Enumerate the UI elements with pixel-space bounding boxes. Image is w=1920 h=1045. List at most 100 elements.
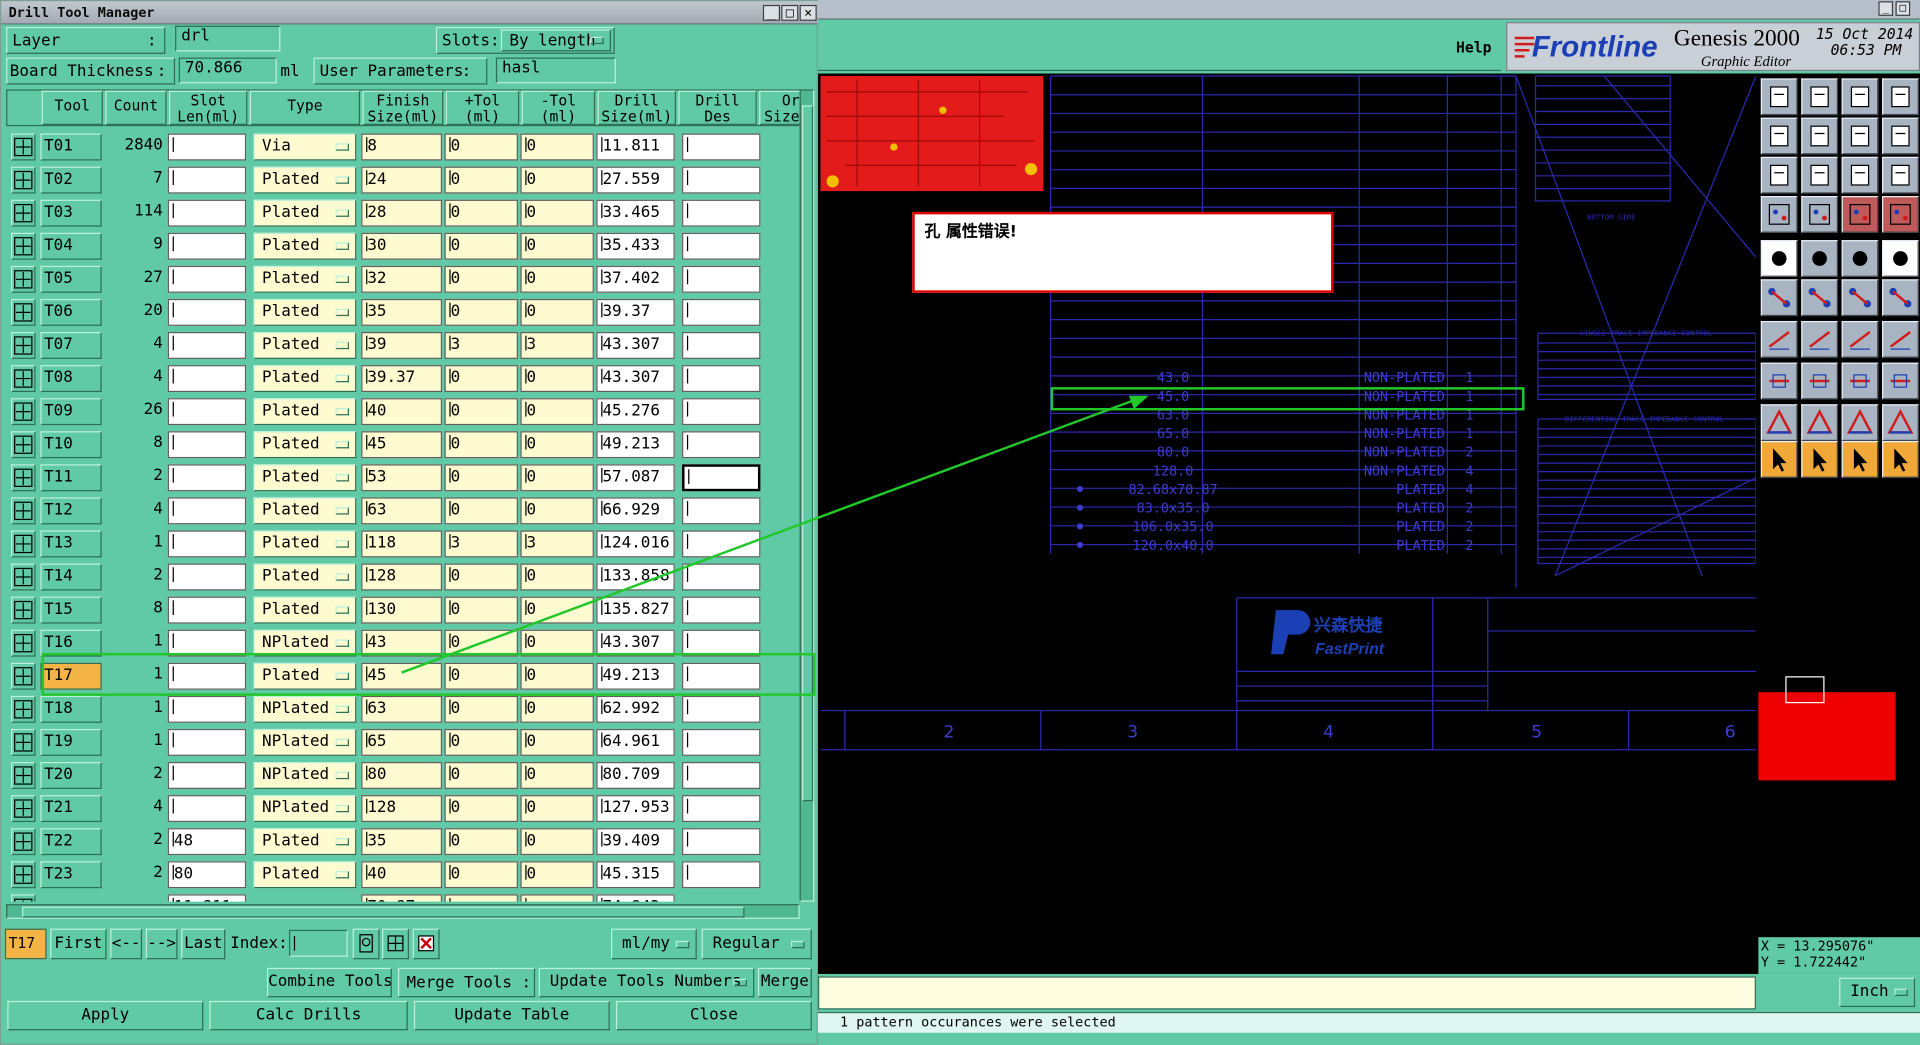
slot-len-cell[interactable] — [167, 166, 247, 194]
type-option-menu[interactable]: Plated — [253, 596, 357, 624]
minus-tol-cell[interactable]: 0 — [520, 497, 594, 525]
drill-size-cell[interactable]: 64.961 — [596, 728, 675, 756]
drill-size-cell[interactable]: 80.709 — [596, 762, 675, 789]
plus-tol-cell[interactable]: 0 — [444, 232, 518, 260]
finish-size-cell[interactable]: 30 — [361, 232, 443, 260]
toolbar-button[interactable] — [1801, 279, 1838, 317]
slot-len-cell[interactable] — [167, 265, 247, 293]
minus-tol-cell[interactable]: 0 — [520, 431, 594, 459]
minus-tol-cell[interactable]: 0 — [520, 464, 594, 492]
toolbar-button[interactable] — [1882, 404, 1919, 442]
toolbar-button[interactable] — [1882, 196, 1919, 233]
plus-tol-cell[interactable]: 0 — [444, 563, 518, 591]
drill-des-cell[interactable] — [682, 464, 761, 492]
horizontal-scroll-thumb[interactable] — [22, 906, 745, 918]
finish-size-cell[interactable]: 43 — [361, 629, 443, 657]
calc-drills-button[interactable]: Calc Drills — [209, 1000, 408, 1031]
drill-des-cell[interactable] — [682, 762, 761, 789]
tool-cell[interactable]: T18 — [40, 695, 102, 723]
row-expand-button[interactable] — [11, 431, 36, 459]
minus-tol-cell[interactable]: 0 — [520, 398, 594, 426]
drill-des-cell[interactable] — [682, 828, 761, 856]
minus-tol-cell[interactable]: 0 — [520, 861, 594, 889]
toolbar-button[interactable] — [1760, 441, 1798, 478]
user-params-field[interactable]: hasl — [495, 57, 616, 84]
toolbar-button[interactable] — [1760, 320, 1798, 358]
drill-des-cell[interactable] — [682, 728, 761, 756]
minus-tol-cell[interactable]: 0 — [520, 828, 594, 856]
toolbar-button[interactable] — [1841, 196, 1879, 233]
finish-size-cell[interactable]: 80 — [361, 762, 443, 789]
dialog-title-bar[interactable]: Drill Tool Manager _ □ × — [1, 1, 820, 25]
minimize-icon[interactable]: _ — [762, 4, 781, 21]
tool-cell[interactable]: T14 — [40, 563, 102, 591]
tool-cell[interactable]: T22 — [40, 828, 102, 856]
tool-cell[interactable]: T04 — [40, 232, 102, 260]
slot-len-cell[interactable] — [167, 497, 247, 525]
minus-tol-cell[interactable]: 0 — [520, 133, 594, 161]
index-field[interactable] — [288, 929, 348, 957]
drill-des-cell[interactable] — [682, 861, 761, 889]
plus-tol-cell[interactable]: 0 — [444, 861, 518, 889]
finish-size-cell[interactable]: 128 — [361, 563, 443, 591]
toolbar-button[interactable] — [1801, 362, 1838, 400]
toolbar-button[interactable] — [1882, 320, 1919, 358]
plus-tol-cell[interactable]: 0 — [444, 133, 518, 161]
type-option-menu[interactable]: Plated — [253, 464, 357, 492]
update-numbers-option-menu[interactable]: Update Tools Numbers — [538, 967, 755, 998]
row-expand-button[interactable] — [11, 166, 36, 194]
slot-len-cell[interactable] — [167, 464, 247, 492]
row-expand-button[interactable] — [11, 894, 36, 902]
drill-des-cell[interactable] — [682, 497, 761, 525]
drill-size-cell[interactable]: 43.307 — [596, 629, 675, 657]
slot-len-cell[interactable] — [167, 695, 247, 723]
slot-len-cell[interactable]: 11.811 — [167, 894, 247, 902]
drill-size-cell[interactable]: 62.992 — [596, 695, 675, 723]
help-menu[interactable]: Help — [1456, 39, 1491, 56]
toolbar-button[interactable] — [1882, 279, 1919, 317]
drill-des-cell[interactable] — [682, 662, 761, 690]
slot-len-cell[interactable] — [167, 398, 247, 426]
plus-tol-cell[interactable]: 0 — [444, 398, 518, 426]
toolbar-button[interactable] — [1760, 404, 1798, 442]
toolbar-button[interactable] — [1882, 240, 1919, 277]
slot-len-cell[interactable] — [167, 629, 247, 657]
toolbar-button[interactable] — [1841, 240, 1879, 277]
type-option-menu[interactable]: Plated — [253, 265, 357, 293]
drill-des-cell[interactable] — [682, 298, 761, 326]
slot-len-cell[interactable]: 48 — [167, 828, 247, 856]
type-option-menu[interactable]: Plated — [253, 530, 357, 558]
finish-size-cell[interactable]: 70.87 — [361, 894, 443, 902]
minus-tol-cell[interactable]: 3 — [520, 530, 594, 558]
slot-len-cell[interactable] — [167, 728, 247, 756]
drill-des-cell[interactable] — [682, 133, 761, 161]
slot-len-cell[interactable]: 80 — [167, 861, 247, 889]
drill-size-cell[interactable]: 127.953 — [596, 795, 675, 823]
finish-size-cell[interactable]: 39.37 — [361, 365, 443, 393]
prev-button[interactable]: <-- — [110, 928, 143, 960]
toolbar-button[interactable] — [1841, 117, 1879, 155]
plus-tol-cell[interactable]: 0 — [444, 431, 518, 459]
finish-size-cell[interactable]: 40 — [361, 398, 443, 426]
mode-option-menu[interactable]: Regular — [701, 928, 812, 960]
minus-tol-cell[interactable]: 0 — [520, 199, 594, 227]
toolbar-button[interactable] — [1882, 78, 1919, 116]
row-expand-button[interactable] — [11, 530, 36, 558]
type-option-menu[interactable]: Plated — [253, 662, 357, 690]
finish-size-cell[interactable]: 24 — [361, 166, 443, 194]
minus-tol-cell[interactable]: 0 — [520, 629, 594, 657]
type-option-menu[interactable]: NPlated — [253, 629, 357, 657]
plus-tol-cell[interactable]: 0 — [444, 497, 518, 525]
minus-tol-cell[interactable]: 0 — [520, 662, 594, 690]
row-expand-button[interactable] — [11, 563, 36, 591]
type-option-menu[interactable]: Plated — [253, 398, 357, 426]
drill-des-cell[interactable] — [682, 629, 761, 657]
finish-size-cell[interactable]: 65 — [361, 728, 443, 756]
drill-size-cell[interactable]: 57.087 — [596, 464, 675, 492]
plus-tol-cell[interactable]: 0 — [444, 199, 518, 227]
toolbar-button[interactable] — [1760, 196, 1798, 233]
toolbar-button[interactable] — [1841, 78, 1879, 116]
row-expand-button[interactable] — [11, 199, 36, 227]
drill-des-cell[interactable] — [682, 695, 761, 723]
finish-size-cell[interactable]: 8 — [361, 133, 443, 161]
